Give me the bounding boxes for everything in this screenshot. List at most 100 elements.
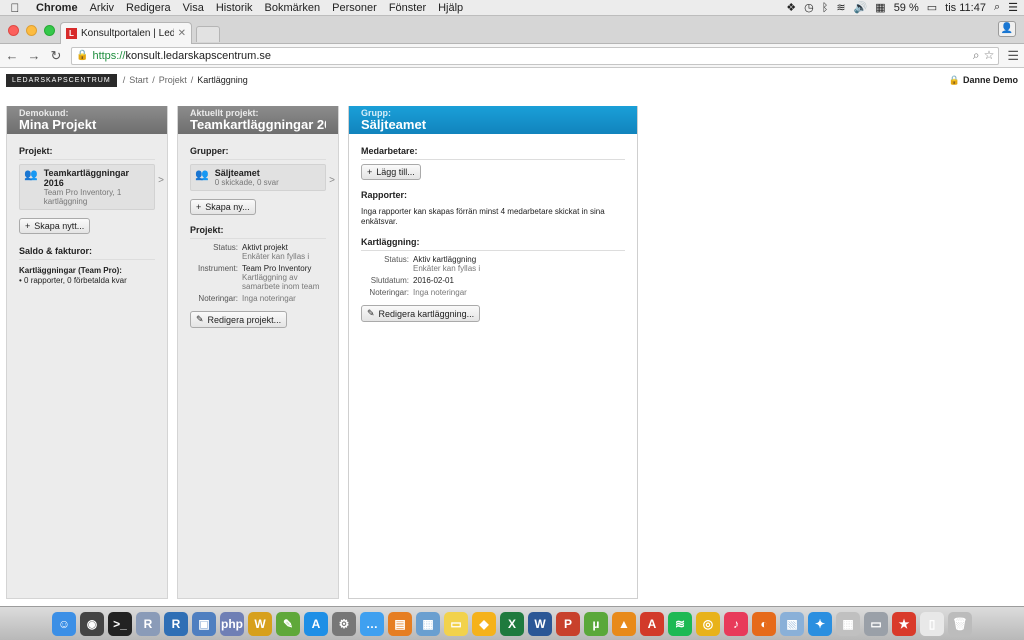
menu-arkiv[interactable]: Arkiv [84, 2, 120, 14]
breadcrumb-start[interactable]: Start [129, 75, 148, 85]
group-item[interactable]: 👥 Säljteamet 0 skickade, 0 svar > [190, 164, 335, 191]
notification-center-icon[interactable]: ☰ [1008, 1, 1018, 14]
spotlight-icon[interactable]: ⌕ [994, 1, 1000, 14]
powerpoint-icon[interactable]: P [556, 611, 580, 636]
tab-close-icon[interactable]: ✕ [178, 28, 186, 39]
search-icon[interactable]: ⌕ [973, 48, 980, 63]
notes-label: Noteringar: [198, 294, 238, 303]
secure-lock-icon[interactable]: 🔒 [76, 50, 88, 61]
preview-icon[interactable]: ▦ [416, 611, 440, 636]
address-bar[interactable]: 🔒 https://konsult.ledarskapscentrum.se ⌕… [71, 46, 1000, 65]
r-icon[interactable]: R [136, 611, 160, 636]
menu-app-name[interactable]: Chrome [30, 2, 84, 14]
breadcrumb-projekt[interactable]: Projekt [159, 75, 187, 85]
messages-icon[interactable]: … [360, 611, 384, 636]
terminal-icon[interactable]: >_ [108, 611, 132, 636]
volume-icon[interactable]: 🔊 [854, 1, 868, 14]
balance-type: Kartläggningar (Team Pro): [19, 266, 122, 275]
group-icon: 👥 [195, 169, 209, 181]
notes-value: Inga noteringar [413, 288, 467, 297]
finder-icon[interactable]: ☺ [52, 611, 76, 636]
favicon-icon: L [66, 28, 77, 39]
utorrent-icon[interactable]: µ [584, 611, 608, 636]
app-store-icon[interactable]: A [304, 611, 328, 636]
menu-bokmarken[interactable]: Bokmärken [259, 2, 327, 14]
github-icon[interactable]: ◉ [80, 611, 104, 636]
site-logo[interactable]: LEDARSKAPSCENTRUM [6, 73, 117, 87]
virtualbox-icon[interactable]: ▣ [192, 611, 216, 636]
status-value: Aktivt projekt [242, 243, 288, 252]
new-tab-button[interactable] [196, 26, 220, 42]
panel-header: Aktuellt projekt: Teamkartläggningar 201… [178, 106, 338, 134]
tab-konsultportalen[interactable]: L Konsultportalen | Ledarska ✕ [60, 22, 192, 44]
clock[interactable]: tis 11:47 [945, 2, 986, 14]
safari-icon[interactable]: ✦ [808, 611, 832, 636]
reports-heading: Rapporter: [361, 190, 408, 200]
add-member-label: Lägg till... [376, 167, 415, 177]
menu-personer[interactable]: Personer [326, 2, 383, 14]
ibooks-icon[interactable]: ▤ [388, 611, 412, 636]
bluetooth-icon[interactable]: ᛒ [822, 2, 829, 14]
trash-icon[interactable]: 🗑 [948, 611, 972, 636]
menu-historik[interactable]: Historik [210, 2, 259, 14]
edit-survey-button[interactable]: ✎ Redigera kartläggning... [361, 305, 481, 322]
menu-fonster[interactable]: Fönster [383, 2, 432, 14]
chrome-menu-icon[interactable]: ☰ [1007, 48, 1019, 64]
chrome-icon[interactable]: ◎ [696, 611, 720, 636]
scanner-icon[interactable]: ▭ [864, 611, 888, 636]
documents-icon[interactable]: ▯ [920, 611, 944, 636]
battery-percent[interactable]: 59 % [894, 2, 919, 14]
status-subtext: Enkäter kan fyllas i [242, 252, 310, 261]
itunes-icon[interactable]: ♪ [724, 611, 748, 636]
time-machine-icon[interactable]: ◷ [804, 1, 814, 14]
menu-hjalp[interactable]: Hjälp [432, 2, 469, 14]
minimize-window-button[interactable] [26, 25, 37, 36]
project-item[interactable]: 👥 Teamkartläggningar 2016 Team Pro Inven… [19, 164, 164, 210]
members-heading: Medarbetare: [361, 146, 625, 160]
create-group-label: Skapa ny... [205, 202, 250, 212]
menu-redigera[interactable]: Redigera [120, 2, 177, 14]
zoom-window-button[interactable] [44, 25, 55, 36]
survey-heading: Kartläggning: [361, 237, 625, 251]
profile-icon[interactable]: 👤 [998, 21, 1016, 37]
spotify-icon[interactable]: ≋ [668, 611, 692, 636]
group-subtitle: 0 skickade, 0 svar [214, 178, 279, 187]
reload-icon[interactable]: ↻ [49, 48, 63, 64]
create-project-button[interactable]: + Skapa nytt... [19, 218, 91, 234]
back-arrow-icon[interactable]: ← [5, 48, 19, 63]
status-label: Status: [213, 243, 238, 252]
r-studio-icon[interactable]: R [164, 611, 188, 636]
project-instrument-row: Instrument: Team Pro Inventory Kartläggni… [190, 264, 326, 291]
word-icon[interactable]: W [528, 611, 552, 636]
firefox-icon[interactable]: ◐ [752, 611, 776, 636]
survey-end-date-row: Slutdatum: 2016-02-01 [361, 276, 625, 285]
wunderlist-icon[interactable]: W [248, 611, 272, 636]
sketch-icon[interactable]: ◆ [472, 611, 496, 636]
forward-arrow-icon[interactable]: → [27, 48, 41, 63]
preview-2-icon[interactable]: ▧ [780, 611, 804, 636]
user-menu[interactable]: 🔒 Danne Demo [949, 75, 1018, 86]
edit-project-button[interactable]: ✎ Redigera projekt... [190, 311, 288, 328]
panel-title: Mina Projekt [19, 118, 97, 132]
wunderlist-star-icon[interactable]: ★ [892, 611, 916, 636]
coda-icon[interactable]: ✎ [276, 611, 300, 636]
close-window-button[interactable] [8, 25, 19, 36]
battery-icon[interactable]: ▭ [927, 1, 937, 14]
php-icon[interactable]: php [220, 611, 244, 636]
wifi-icon[interactable]: ≋ [836, 1, 845, 14]
excel-icon[interactable]: X [500, 611, 524, 636]
apple-icon[interactable]:  [0, 1, 30, 15]
menu-visa[interactable]: Visa [177, 2, 210, 14]
bookmark-star-icon[interactable]: ☆ [984, 48, 995, 63]
notes-icon[interactable]: ▭ [444, 611, 468, 636]
acrobat-icon[interactable]: A [640, 611, 664, 636]
breadcrumb: / Start / Projekt / Kartläggning [123, 75, 248, 85]
vlc-icon[interactable]: ▲ [612, 611, 636, 636]
keyboard-flag-icon[interactable]: ▦ [875, 1, 885, 14]
launchpad-icon[interactable]: ▦ [836, 611, 860, 636]
create-group-button[interactable]: + Skapa ny... [190, 199, 256, 215]
settings-icon[interactable]: ⚙ [332, 611, 356, 636]
add-member-button[interactable]: + Lägg till... [361, 164, 421, 180]
user-name: Danne Demo [962, 75, 1018, 85]
dropbox-icon[interactable]: ❖ [786, 1, 796, 14]
